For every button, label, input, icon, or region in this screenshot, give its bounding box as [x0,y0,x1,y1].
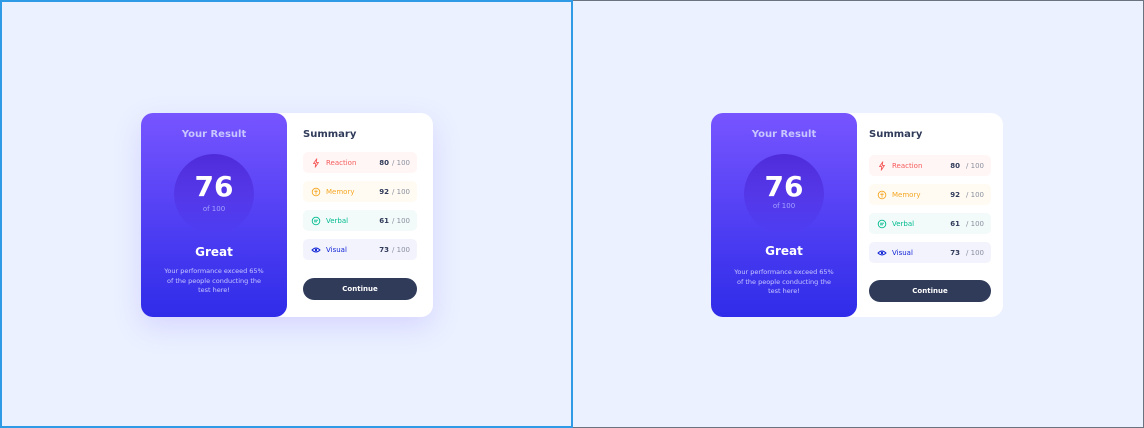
summary-item-memory: Memory 92 / 100 [303,181,417,202]
summary-item-total: / 100 [966,219,984,228]
right-preview-pane: Your Result 76 of 100 Great Your perform… [573,0,1144,428]
summary-item-score: 61 [379,216,390,225]
rating-label: Great [195,245,233,259]
summary-panel: Summary Reaction 80 / 100 Memory 92 / 10… [857,113,1003,317]
summary-item-verbal: Verbal 61 / 100 [303,210,417,231]
chat-icon [876,218,888,230]
summary-item-label: Verbal [892,219,915,228]
results-card: Your Result 76 of 100 Great Your perform… [141,113,433,317]
summary-item-score: 80 [950,161,961,170]
summary-item-visual: Visual 73 / 100 [303,239,417,260]
summary-item-total: / 100 [966,161,984,170]
score-value: 76 [194,170,234,203]
summary-item-score: 92 [950,190,961,199]
summary-item-total: / 100 [392,216,410,225]
continue-button[interactable]: Continue [869,280,991,302]
summary-item-reaction: Reaction 80 / 100 [869,155,991,176]
result-title: Your Result [751,129,817,140]
result-description: Your performance exceed 65% of the peopl… [734,268,834,295]
brain-icon [310,186,322,198]
eye-icon [310,244,322,256]
summary-item-total: / 100 [392,158,410,167]
rating-label: Great [765,244,803,258]
score-circle: 76 of 100 [744,154,824,234]
summary-item-label: Reaction [326,158,357,167]
score-max: of 100 [772,202,796,210]
summary-item-score: 92 [379,187,390,196]
summary-item-score: 73 [379,245,390,254]
summary-item-total: / 100 [966,190,984,199]
summary-title: Summary [869,129,923,140]
summary-title: Summary [303,129,357,140]
summary-item-total: / 100 [392,187,410,196]
result-title: Your Result [181,129,247,140]
summary-item-label: Memory [892,190,921,199]
lightning-icon [876,160,888,172]
summary-item-total: / 100 [392,245,410,254]
summary-item-label: Reaction [892,161,923,170]
summary-item-reaction: Reaction 80 / 100 [303,152,417,173]
eye-icon [876,247,888,259]
summary-item-memory: Memory 92 / 100 [869,184,991,205]
result-panel: Your Result 76 of 100 Great Your perform… [711,113,857,317]
lightning-icon [310,157,322,169]
score-value: 76 [764,170,804,203]
summary-item-score: 80 [379,158,390,167]
brain-icon [876,189,888,201]
results-card: Your Result 76 of 100 Great Your perform… [711,113,1003,317]
summary-item-score: 73 [950,248,961,257]
continue-button[interactable]: Continue [303,278,417,300]
summary-item-visual: Visual 73 / 100 [869,242,991,263]
summary-item-total: / 100 [966,248,984,257]
score-max: of 100 [202,205,226,213]
left-preview-pane: Your Result 76 of 100 Great Your perform… [0,0,573,428]
chat-icon [310,215,322,227]
result-panel: Your Result 76 of 100 Great Your perform… [141,113,287,317]
summary-panel: Summary Reaction 80 / 100 Memory 92 / 10… [287,113,433,317]
summary-item-verbal: Verbal 61 / 100 [869,213,991,234]
summary-item-label: Memory [326,187,355,196]
score-circle: 76 of 100 [174,154,254,234]
summary-item-label: Visual [892,248,913,257]
summary-item-score: 61 [950,219,961,228]
summary-item-label: Visual [326,245,347,254]
result-description: Your performance exceed 65% of the peopl… [164,267,264,294]
summary-item-label: Verbal [326,216,349,225]
